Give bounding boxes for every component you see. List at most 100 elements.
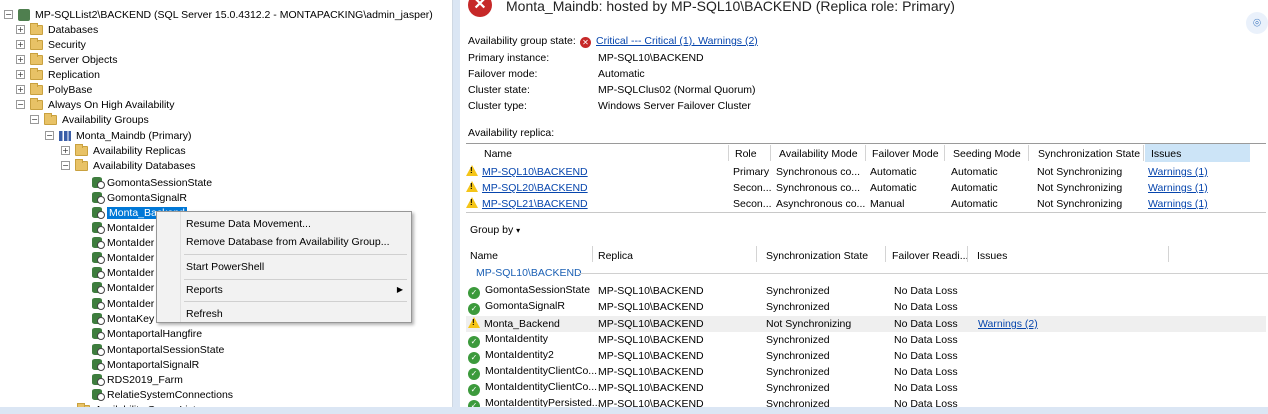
- tree-db-item[interactable]: RelatieSystemConnections: [92, 387, 233, 402]
- replica-cell: Not Synchronizing: [1037, 166, 1123, 178]
- col-header-sync-state[interactable]: Synchronization State: [766, 250, 868, 262]
- db-name-cell[interactable]: ✓ MontaIdentityClientCo...: [468, 381, 597, 396]
- expand-icon[interactable]: +: [16, 70, 25, 79]
- context-menu: Resume Data Movement... Remove Database …: [156, 211, 412, 323]
- collapse-icon[interactable]: −: [30, 115, 39, 124]
- db-name-cell[interactable]: ✓ MontaIdentity: [468, 333, 548, 348]
- collapse-icon[interactable]: −: [45, 131, 54, 140]
- tree-db-item[interactable]: MontaportalSessionState: [92, 342, 224, 357]
- tree-node-label: Security: [48, 38, 86, 51]
- tree-node-polybase[interactable]: + PolyBase: [16, 82, 92, 97]
- col-header-failover-readiness[interactable]: Failover Readi...: [892, 250, 968, 262]
- db-name-cell[interactable]: Monta_Backend: [468, 317, 560, 330]
- col-divider[interactable]: [1168, 246, 1169, 262]
- replica-name-cell[interactable]: MP-SQL21\BACKEND: [466, 197, 588, 210]
- menu-item-refresh[interactable]: Refresh: [186, 308, 223, 320]
- group-by-dropdown[interactable]: Group by ▾: [470, 224, 520, 236]
- tree-db-item[interactable]: MontaportalHangfire: [92, 326, 202, 341]
- tree-db-item[interactable]: MontaportalSignalR: [92, 357, 199, 372]
- tree-db-item[interactable]: MontaKey: [92, 311, 154, 326]
- tree-node-server-objects[interactable]: + Server Objects: [16, 52, 117, 67]
- tree-db-label: GomontaSessionState: [107, 176, 213, 189]
- replica-link[interactable]: MP-SQL10\BACKEND: [482, 166, 588, 178]
- tree-node-security[interactable]: + Security: [16, 37, 86, 52]
- col-divider[interactable]: [1143, 145, 1144, 161]
- col-divider[interactable]: [1028, 145, 1029, 161]
- replica-name-cell[interactable]: MP-SQL20\BACKEND: [466, 181, 588, 194]
- tree-node-databases-folder[interactable]: − Availability Databases: [61, 158, 196, 173]
- db-cell: No Data Loss: [894, 350, 958, 362]
- col-header-name[interactable]: Name: [484, 148, 512, 160]
- tree-db-item[interactable]: GomontaSessionState: [92, 175, 212, 190]
- replica-issues-link[interactable]: Warnings (1): [1148, 182, 1208, 194]
- col-header-seeding-mode[interactable]: Seeding Mode: [953, 148, 1021, 160]
- col-header-role[interactable]: Role: [735, 148, 757, 160]
- menu-item-resume-data-movement[interactable]: Resume Data Movement...: [186, 218, 311, 230]
- replica-issues-link[interactable]: Warnings (1): [1148, 198, 1208, 210]
- pane-splitter[interactable]: [453, 0, 460, 414]
- tree-node-replication[interactable]: + Replication: [16, 67, 100, 82]
- col-header-sync-state[interactable]: Synchronization State: [1038, 148, 1140, 160]
- menu-item-start-powershell[interactable]: Start PowerShell: [186, 261, 264, 273]
- tree-node-always-on[interactable]: − Always On High Availability: [16, 97, 174, 112]
- replica-cell: Not Synchronizing: [1037, 198, 1123, 210]
- db-name-cell[interactable]: ✓ MontaIdentityPersisted...: [468, 397, 601, 407]
- tree-node-databases[interactable]: + Databases: [16, 22, 98, 37]
- col-divider[interactable]: [885, 246, 886, 262]
- col-header-replica[interactable]: Replica: [598, 250, 633, 262]
- expand-icon[interactable]: +: [61, 146, 70, 155]
- col-divider[interactable]: [728, 145, 729, 161]
- menu-item-remove-database[interactable]: Remove Database from Availability Group.…: [186, 236, 389, 248]
- col-divider[interactable]: [944, 145, 945, 161]
- col-divider[interactable]: [770, 145, 771, 161]
- replica-name-cell[interactable]: MP-SQL10\BACKEND: [466, 165, 588, 178]
- replica-cell: Automatic: [951, 166, 998, 178]
- tree-db-item[interactable]: MontaIder: [92, 296, 154, 311]
- col-header-db-issues[interactable]: Issues: [977, 250, 1007, 262]
- db-name-cell[interactable]: ✓ GomontaSignalR: [468, 300, 565, 315]
- tree-db-item[interactable]: MontaIder: [92, 265, 154, 280]
- tree-node-ag[interactable]: − Monta_Maindb (Primary): [45, 128, 192, 143]
- tree-db-item[interactable]: GomontaSignalR: [92, 190, 187, 205]
- screenshot-icon[interactable]: ⌾: [1246, 12, 1268, 34]
- db-cell: Synchronized: [766, 382, 830, 394]
- db-name-cell[interactable]: ✓ MontaIdentityClientCo...: [468, 365, 597, 380]
- collapse-icon[interactable]: −: [4, 10, 13, 19]
- tree-db-item[interactable]: MontaIder: [92, 220, 154, 235]
- col-divider[interactable]: [592, 246, 593, 262]
- tree-db-item[interactable]: MontaIder: [92, 280, 154, 295]
- col-header-db-name[interactable]: Name: [470, 250, 498, 262]
- tree-db-label: MontaportalSessionState: [107, 343, 225, 356]
- tree-node-replicas[interactable]: + Availability Replicas: [61, 143, 186, 158]
- menu-separator: [184, 301, 407, 302]
- tree-db-item[interactable]: MontaIder: [92, 235, 154, 250]
- tree-db-item[interactable]: MontaIder: [92, 250, 154, 265]
- database-icon: [92, 177, 105, 189]
- ag-state-value[interactable]: ✕ Critical --- Critical (1), Warnings (2): [580, 35, 758, 48]
- expand-icon[interactable]: +: [16, 55, 25, 64]
- col-divider[interactable]: [865, 145, 866, 161]
- group-header[interactable]: MP-SQL10\BACKEND: [476, 267, 582, 279]
- replica-link[interactable]: MP-SQL21\BACKEND: [482, 198, 588, 210]
- db-issues-link[interactable]: Warnings (2): [978, 318, 1038, 330]
- col-header-failover-mode[interactable]: Failover Mode: [872, 148, 939, 160]
- db-name-cell[interactable]: ✓ MontaIdentity2: [468, 349, 554, 364]
- col-divider[interactable]: [967, 246, 968, 262]
- col-divider[interactable]: [756, 246, 757, 262]
- ag-state-link[interactable]: Critical --- Critical (1), Warnings (2): [596, 35, 758, 47]
- col-header-issues[interactable]: Issues: [1151, 148, 1181, 160]
- collapse-icon[interactable]: −: [16, 100, 25, 109]
- tree-root[interactable]: − MP-SQLList2\BACKEND (SQL Server 15.0.4…: [4, 7, 433, 22]
- collapse-icon[interactable]: −: [61, 161, 70, 170]
- expand-icon[interactable]: +: [16, 40, 25, 49]
- expand-icon[interactable]: +: [16, 25, 25, 34]
- tree-db-item[interactable]: RDS2019_Farm: [92, 372, 183, 387]
- col-header-availability-mode[interactable]: Availability Mode: [779, 148, 858, 160]
- db-cell: MP-SQL10\BACKEND: [598, 382, 704, 394]
- replica-link[interactable]: MP-SQL20\BACKEND: [482, 182, 588, 194]
- expand-icon[interactable]: +: [16, 85, 25, 94]
- replica-issues-link[interactable]: Warnings (1): [1148, 166, 1208, 178]
- db-name-cell[interactable]: ✓ GomontaSessionState: [468, 284, 590, 299]
- menu-item-reports[interactable]: Reports: [186, 284, 223, 296]
- tree-node-availability-groups[interactable]: − Availability Groups: [30, 112, 149, 127]
